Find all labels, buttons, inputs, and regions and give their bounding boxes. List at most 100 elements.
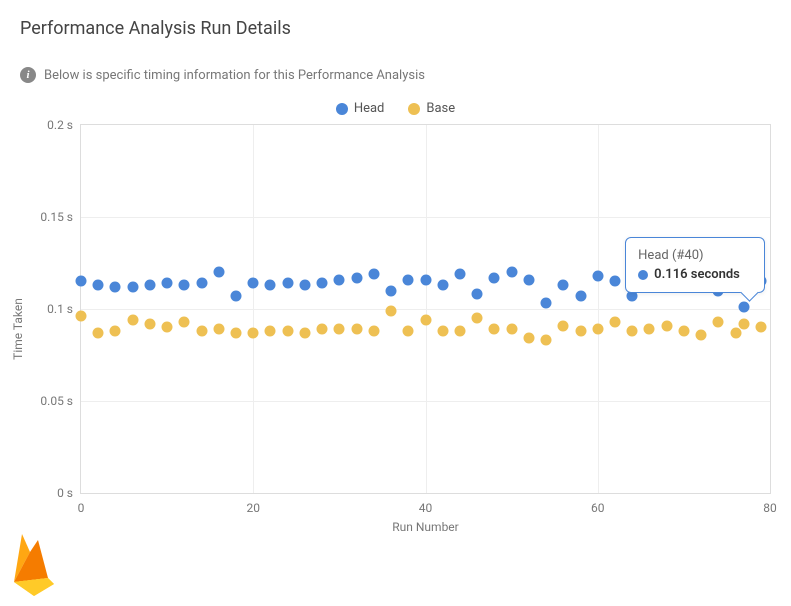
data-point[interactable] [609, 276, 620, 287]
legend-dot-head [336, 103, 348, 115]
data-point[interactable] [368, 269, 379, 280]
data-point[interactable] [661, 320, 672, 331]
legend-dot-base [408, 103, 420, 115]
y-axis-label: Time Taken [11, 298, 25, 360]
data-point[interactable] [739, 318, 750, 329]
grid-line-v [426, 125, 427, 493]
y-tick-label: 0.15 s [40, 210, 73, 224]
data-point[interactable] [299, 280, 310, 291]
data-point[interactable] [696, 329, 707, 340]
data-point[interactable] [437, 326, 448, 337]
data-point[interactable] [739, 302, 750, 313]
data-point[interactable] [179, 280, 190, 291]
data-point[interactable] [386, 285, 397, 296]
data-point[interactable] [213, 267, 224, 278]
data-point[interactable] [403, 326, 414, 337]
data-point[interactable] [265, 280, 276, 291]
y-tick-label: 0.2 s [47, 118, 73, 132]
data-point[interactable] [351, 324, 362, 335]
data-point[interactable] [368, 326, 379, 337]
data-point[interactable] [506, 324, 517, 335]
data-point[interactable] [558, 320, 569, 331]
data-point[interactable] [420, 274, 431, 285]
data-point[interactable] [196, 278, 207, 289]
data-point[interactable] [437, 280, 448, 291]
x-tick-label: 20 [247, 501, 261, 515]
chart-container: Time Taken 0 s0.05 s0.1 s0.15 s0.2 s0204… [30, 124, 771, 534]
data-point[interactable] [454, 326, 465, 337]
data-point[interactable] [265, 326, 276, 337]
y-tick-label: 0.05 s [40, 394, 73, 408]
data-point[interactable] [282, 326, 293, 337]
data-point[interactable] [334, 274, 345, 285]
data-point[interactable] [730, 327, 741, 338]
data-point[interactable] [575, 326, 586, 337]
data-point[interactable] [351, 272, 362, 283]
data-point[interactable] [420, 315, 431, 326]
data-point[interactable] [756, 322, 767, 333]
data-point[interactable] [541, 335, 552, 346]
page-header: Performance Analysis Run Details [0, 0, 791, 49]
tooltip-value-text: 0.116 seconds [654, 267, 740, 282]
data-point[interactable] [678, 326, 689, 337]
chart-legend: Head Base [0, 93, 791, 124]
data-point[interactable] [592, 324, 603, 335]
data-point[interactable] [317, 278, 328, 289]
data-point[interactable] [403, 274, 414, 285]
data-point[interactable] [110, 281, 121, 292]
data-point[interactable] [76, 311, 87, 322]
data-point[interactable] [179, 316, 190, 327]
data-point[interactable] [144, 280, 155, 291]
data-point[interactable] [213, 324, 224, 335]
info-icon: i [20, 67, 36, 83]
data-point[interactable] [231, 291, 242, 302]
data-point[interactable] [489, 324, 500, 335]
data-point[interactable] [144, 318, 155, 329]
data-point[interactable] [609, 316, 620, 327]
data-point[interactable] [282, 278, 293, 289]
data-point[interactable] [248, 327, 259, 338]
data-point[interactable] [162, 322, 173, 333]
data-point[interactable] [334, 324, 345, 335]
data-point[interactable] [454, 269, 465, 280]
data-point[interactable] [386, 305, 397, 316]
data-point[interactable] [523, 274, 534, 285]
data-point[interactable] [317, 324, 328, 335]
data-point[interactable] [76, 276, 87, 287]
legend-label-base: Base [426, 101, 455, 116]
data-point[interactable] [592, 270, 603, 281]
tooltip-dot-icon [638, 270, 648, 280]
y-tick-label: 0.1 s [47, 302, 73, 316]
data-point[interactable] [299, 327, 310, 338]
data-point[interactable] [644, 324, 655, 335]
data-point[interactable] [127, 315, 138, 326]
data-point[interactable] [472, 313, 483, 324]
data-point[interactable] [506, 267, 517, 278]
info-text: Below is specific timing information for… [44, 68, 425, 83]
data-point[interactable] [489, 272, 500, 283]
x-tick-label: 80 [763, 501, 777, 515]
data-point[interactable] [541, 298, 552, 309]
data-point[interactable] [472, 289, 483, 300]
data-point[interactable] [110, 326, 121, 337]
data-point[interactable] [162, 278, 173, 289]
data-point[interactable] [248, 278, 259, 289]
data-point[interactable] [713, 316, 724, 327]
data-point[interactable] [558, 280, 569, 291]
data-point[interactable] [93, 327, 104, 338]
grid-line-v [253, 125, 254, 493]
legend-item-base[interactable]: Base [408, 101, 455, 116]
data-point[interactable] [93, 280, 104, 291]
x-tick-label: 40 [419, 501, 433, 515]
data-point[interactable] [575, 291, 586, 302]
scatter-plot[interactable]: 0 s0.05 s0.1 s0.15 s0.2 s020406080Head (… [80, 124, 771, 494]
y-tick-label: 0 s [57, 486, 73, 500]
legend-item-head[interactable]: Head [336, 101, 385, 116]
data-point[interactable] [127, 281, 138, 292]
data-point[interactable] [523, 333, 534, 344]
tooltip-value: 0.116 seconds [638, 267, 752, 282]
legend-label-head: Head [354, 101, 385, 116]
data-point[interactable] [231, 327, 242, 338]
data-point[interactable] [627, 326, 638, 337]
data-point[interactable] [196, 326, 207, 337]
